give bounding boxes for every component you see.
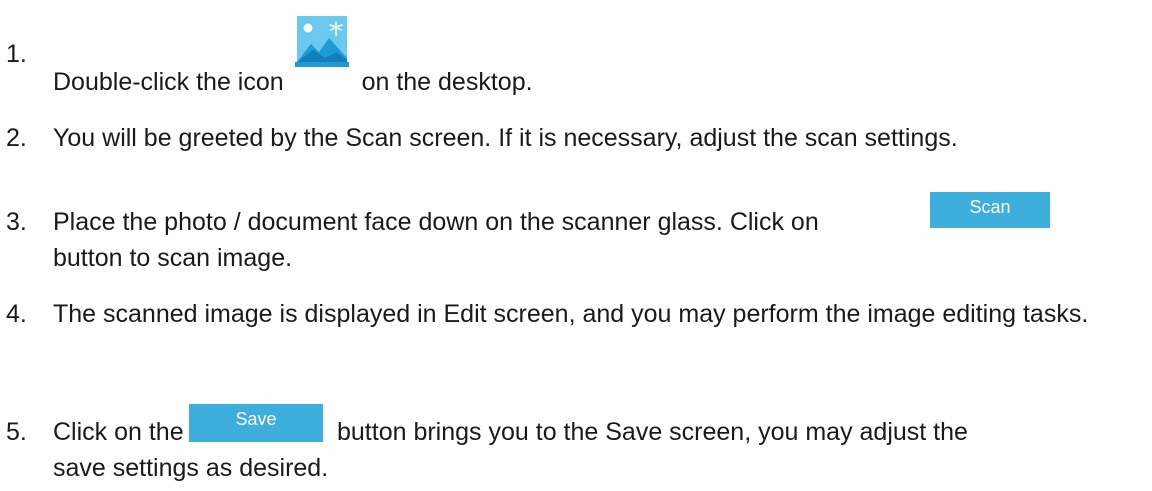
step-text-after: button brings you to the Save screen, yo… [337, 418, 968, 446]
step-2: 2. You will be greeted by the Scan scree… [6, 120, 1142, 156]
step-number: 5. [6, 418, 27, 446]
save-button[interactable]: Save [189, 404, 323, 442]
step-5: 5. Click on the Save button brings you t… [6, 404, 1142, 482]
step-text: You will be greeted by the Scan screen. … [53, 124, 958, 152]
scan-button[interactable]: Scan [930, 192, 1050, 228]
photo-app-icon[interactable] [294, 14, 349, 68]
step-text-after: on the desktop. [361, 68, 533, 96]
step-1: 1. Double-click the icon on the desktop. [6, 14, 1142, 96]
step-number: 4. [6, 300, 27, 328]
step-text-before: Double-click the icon [53, 68, 284, 96]
step-number: 2. [6, 124, 27, 152]
scan-button-label: Scan [969, 197, 1011, 217]
step-3: 3. Place the photo / document face down … [6, 192, 1142, 276]
step-text-after-line1: button brings you to the Save screen, yo… [337, 414, 1140, 450]
step-4: 4. The scanned image is displayed in Edi… [6, 296, 1142, 332]
photo-app-icon-graphic [294, 16, 349, 67]
step-text-after: button to scan image. [53, 244, 293, 272]
step-text-after-continued: save settings as desired. [53, 454, 329, 482]
save-button-label: Save [235, 409, 277, 429]
step-number: 3. [6, 208, 27, 236]
step-text: The scanned image is displayed in Edit s… [53, 300, 1089, 328]
step-text-before: Click on the [53, 418, 184, 446]
step-text-before: Place the photo / document face down on … [53, 208, 819, 236]
step-number: 1. [6, 40, 27, 68]
